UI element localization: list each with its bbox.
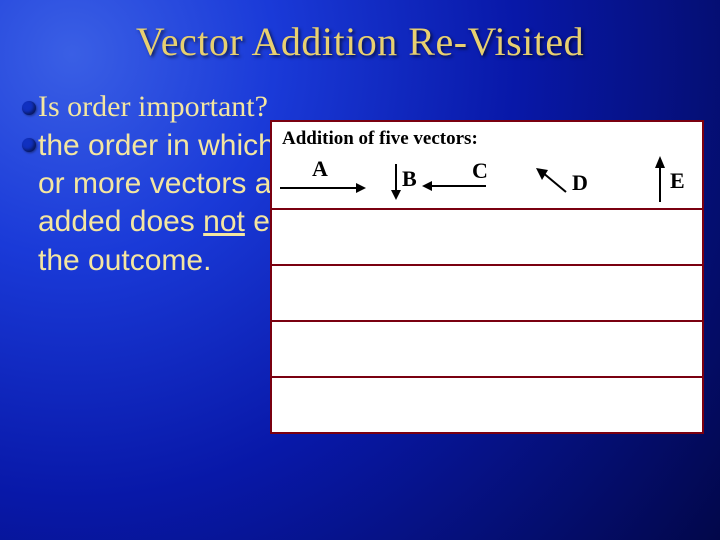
figure-rows <box>272 208 702 432</box>
vector-figure: Addition of five vectors: A B C D E <box>270 120 704 434</box>
bullet-dot-icon <box>22 101 36 115</box>
arrow-C-icon <box>422 180 488 192</box>
bullet-1-text: Is order important? <box>38 90 268 125</box>
vector-label-A: A <box>312 156 328 182</box>
arrow-A-icon <box>278 182 366 194</box>
row-divider <box>272 320 702 322</box>
bullet-2-underline: not <box>203 205 245 238</box>
bullet-dot-icon <box>22 138 36 152</box>
arrow-D-icon <box>534 166 570 196</box>
figure-caption: Addition of five vectors: <box>272 122 702 152</box>
vector-label-B: B <box>402 166 417 192</box>
arrow-E-icon <box>654 156 666 204</box>
vector-legend-row: A B C D E <box>272 152 702 210</box>
row-divider <box>272 264 702 266</box>
slide-title: Vector Addition Re-Visited <box>0 0 720 65</box>
vector-label-E: E <box>670 168 685 194</box>
vector-label-D: D <box>572 170 588 196</box>
row-divider <box>272 376 702 378</box>
arrow-B-icon <box>390 162 402 200</box>
